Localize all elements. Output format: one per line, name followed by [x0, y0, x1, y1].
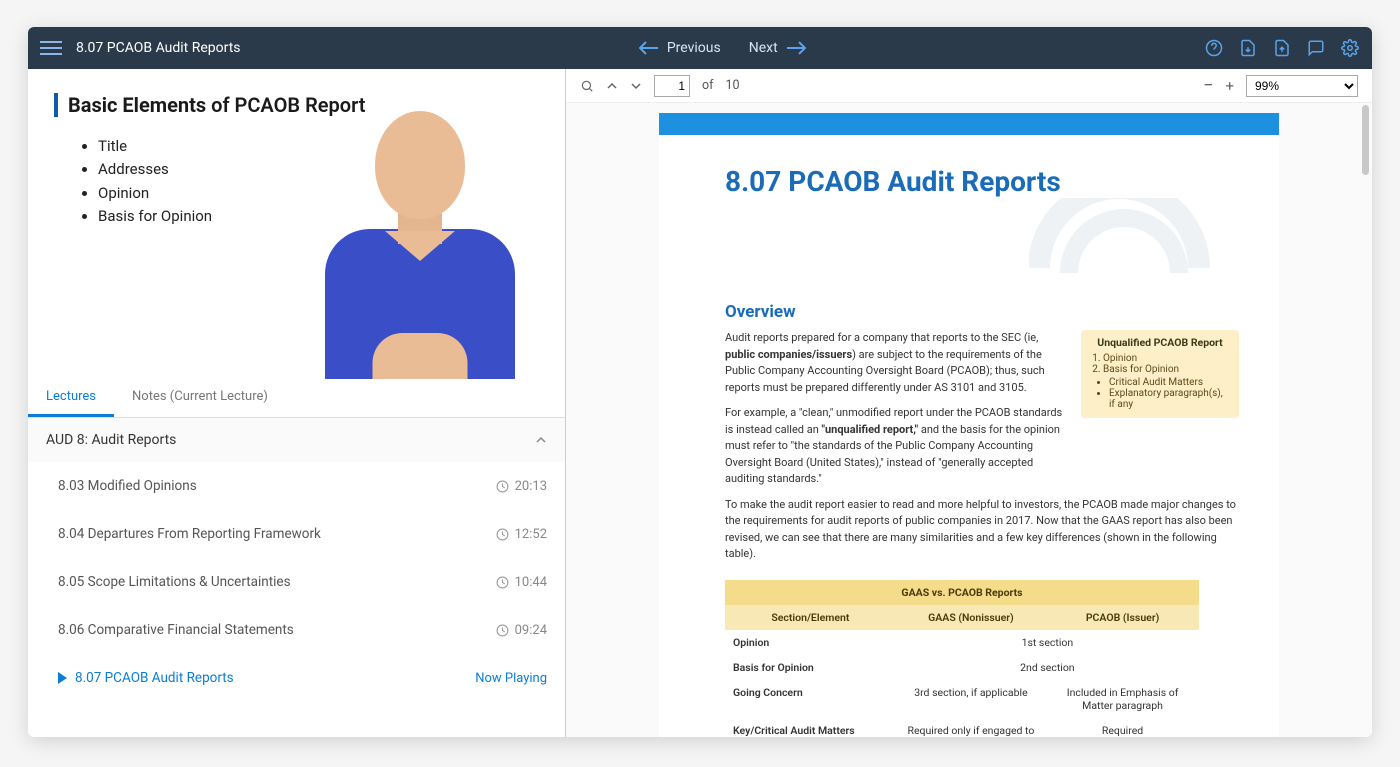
play-icon — [58, 672, 67, 684]
callout-title: Unqualified PCAOB Report — [1089, 336, 1231, 349]
chevron-up-icon — [535, 434, 547, 446]
lecture-title: 8.07 PCAOB Audit Reports — [75, 670, 234, 686]
lecture-item-active[interactable]: 8.07 PCAOB Audit Reports Now Playing — [28, 654, 565, 702]
document-title: 8.07 PCAOB Audit Reports — [659, 135, 1279, 198]
right-panel: of 10 − + 99% 8.07 PCAOB Audit Reports O… — [566, 69, 1372, 737]
page-title: 8.07 PCAOB Audit Reports — [76, 40, 241, 56]
lecture-title: 8.03 Modified Opinions — [58, 478, 197, 494]
previous-label: Previous — [667, 40, 721, 56]
body-text: To make the audit report easier to read … — [725, 497, 1239, 572]
lecture-title: 8.04 Departures From Reporting Framework — [58, 526, 321, 542]
zoom-select[interactable]: 99% — [1246, 75, 1358, 97]
lecture-duration: 09:24 — [496, 623, 547, 638]
page-header-bar — [659, 113, 1279, 135]
download-icon[interactable] — [1238, 38, 1258, 58]
next-label: Next — [749, 40, 778, 56]
lecture-duration: 12:52 — [496, 527, 547, 542]
next-button[interactable]: Next — [749, 40, 806, 56]
section-title: AUD 8: Audit Reports — [46, 432, 176, 448]
presenter-figure — [305, 109, 535, 379]
page-up-icon[interactable] — [606, 80, 618, 92]
lecture-duration: 10:44 — [496, 575, 547, 590]
settings-icon[interactable] — [1340, 38, 1360, 58]
app-header: 8.07 PCAOB Audit Reports Previous Next — [28, 27, 1372, 69]
pdf-toolbar: of 10 − + 99% — [566, 69, 1372, 103]
body-text: Audit reports prepared for a company tha… — [725, 330, 1067, 497]
lecture-title: 8.06 Comparative Financial Statements — [58, 622, 294, 638]
clock-icon — [496, 480, 509, 493]
page-total: 10 — [725, 78, 739, 93]
lecture-item[interactable]: 8.03 Modified Opinions 20:13 — [28, 462, 565, 510]
zoom-in-icon[interactable]: + — [1225, 77, 1234, 95]
search-icon[interactable] — [580, 79, 594, 93]
chat-icon[interactable] — [1306, 38, 1326, 58]
table-header: PCAOB (Issuer) — [1046, 605, 1199, 630]
section-header[interactable]: AUD 8: Audit Reports — [28, 418, 565, 462]
overview-heading: Overview — [659, 278, 1279, 330]
lecture-item[interactable]: 8.05 Scope Limitations & Uncertainties 1… — [28, 558, 565, 606]
now-playing-label: Now Playing — [475, 671, 547, 686]
clock-icon — [496, 576, 509, 589]
tab-lectures[interactable]: Lectures — [28, 379, 114, 417]
menu-icon[interactable] — [40, 37, 62, 59]
lectures-list: 8.03 Modified Opinions 20:13 8.04 Depart… — [28, 462, 565, 737]
clock-icon — [496, 624, 509, 637]
lecture-title: 8.05 Scope Limitations & Uncertainties — [58, 574, 291, 590]
table-header: Section/Element — [725, 605, 896, 630]
scroll-thumb[interactable] — [1362, 105, 1369, 175]
pdf-page: 8.07 PCAOB Audit Reports Overview Audit … — [659, 113, 1279, 737]
left-panel: Basic Elements of PCAOB Report Title Add… — [28, 69, 566, 737]
video-slide[interactable]: Basic Elements of PCAOB Report Title Add… — [28, 69, 565, 379]
callout-box: Unqualified PCAOB Report Opinion Basis f… — [1081, 330, 1239, 418]
nav-center: Previous Next — [241, 40, 1204, 56]
export-icon[interactable] — [1272, 38, 1292, 58]
arrow-left-icon — [639, 41, 659, 55]
page-down-icon[interactable] — [630, 80, 642, 92]
tab-notes[interactable]: Notes (Current Lecture) — [114, 379, 286, 417]
comparison-table: GAAS vs. PCAOB Reports Section/Element G… — [725, 580, 1199, 738]
scrollbar[interactable] — [1360, 103, 1370, 737]
help-icon[interactable] — [1204, 38, 1224, 58]
arrow-right-icon — [786, 41, 806, 55]
lecture-item[interactable]: 8.04 Departures From Reporting Framework… — [28, 510, 565, 558]
tab-bar: Lectures Notes (Current Lecture) — [28, 379, 565, 418]
table-caption: GAAS vs. PCAOB Reports — [725, 580, 1199, 605]
zoom-out-icon[interactable]: − — [1203, 75, 1213, 96]
table-header: GAAS (Nonissuer) — [896, 605, 1046, 630]
previous-button[interactable]: Previous — [639, 40, 721, 56]
watermark-graphic — [659, 198, 1279, 278]
page-of-label: of — [702, 78, 713, 93]
lecture-duration: 20:13 — [496, 479, 547, 494]
header-actions — [1204, 38, 1360, 58]
clock-icon — [496, 528, 509, 541]
lecture-item[interactable]: 8.06 Comparative Financial Statements 09… — [28, 606, 565, 654]
pdf-viewport[interactable]: 8.07 PCAOB Audit Reports Overview Audit … — [566, 103, 1372, 737]
slide-title-bold: Basic Elements — [68, 93, 206, 117]
page-number-input[interactable] — [654, 75, 690, 97]
